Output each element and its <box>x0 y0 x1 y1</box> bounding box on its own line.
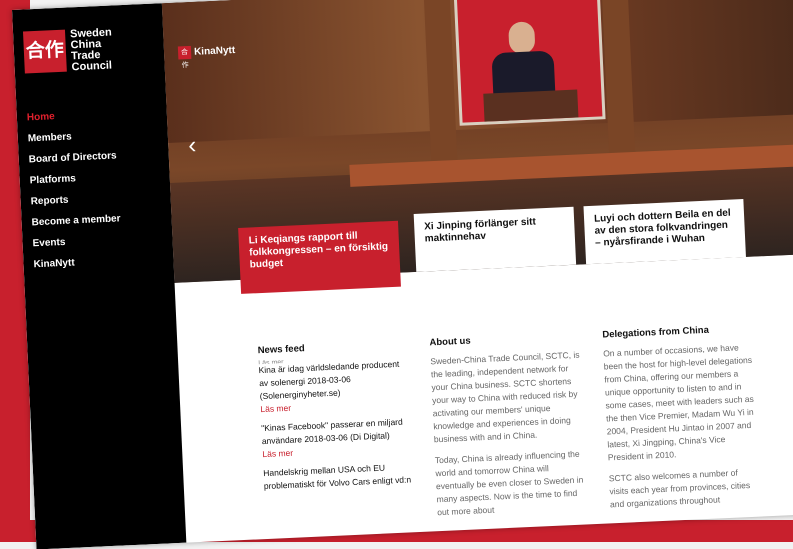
logo-mark: 合作 <box>22 29 67 74</box>
kinanytt-label-text: KinaNytt <box>193 44 236 58</box>
news-card[interactable]: Xi Jinping förlänger sitt maktinnehav <box>413 206 577 272</box>
news-card[interactable]: Luyi och dottern Beila en del av den sto… <box>583 199 746 265</box>
about-section: About us Sweden-China Trade Council, SCT… <box>429 330 588 528</box>
kinanytt-label: 合作 KinaNytt <box>177 44 236 69</box>
nav-item-become-a-member[interactable]: Become a member <box>31 208 121 233</box>
hero-photo-screen <box>453 0 606 126</box>
delegations-heading: Delegations from China <box>602 324 710 341</box>
delegations-paragraph: SCTC also welcomes a number of visits ea… <box>608 467 751 510</box>
news-card[interactable]: Li Keqiangs rapport till folkkongressen … <box>238 220 401 294</box>
website-screen: 合作 Sweden China Trade Council Home Membe… <box>12 0 793 549</box>
hero-photo-speaker-head <box>508 21 536 55</box>
news-feed-item: Kina är idag världsledande producent av … <box>258 358 400 402</box>
logo-line: Council <box>71 59 113 74</box>
news-feed-item: Handelskrig mellan USA och EU problemati… <box>263 462 412 492</box>
logo-text: Sweden China Trade Council <box>70 27 114 74</box>
news-feed-section: News feed Läs mer Kina är idag världsled… <box>257 337 414 493</box>
about-paragraph: Today, China is already influencing the … <box>434 448 584 518</box>
nav-item-board-of-directors[interactable]: Board of Directors <box>28 145 118 170</box>
delegations-paragraph: On a number of occasions, we have been t… <box>602 342 754 463</box>
chevron-left-icon[interactable]: ‹ <box>188 132 197 160</box>
kinanytt-icon: 合作 <box>177 45 192 69</box>
about-heading: About us <box>429 335 471 349</box>
hero-photo-podium <box>483 89 579 122</box>
main-nav: Home Members Board of Directors Platform… <box>26 103 122 275</box>
logo[interactable]: 合作 Sweden China Trade Council <box>22 27 114 76</box>
nav-item-kinanytt[interactable]: KinaNytt <box>33 250 123 275</box>
about-paragraph: Sweden-China Trade Council, SCTC, is the… <box>430 349 580 445</box>
delegations-section: Delegations from China On a number of oc… <box>602 322 761 520</box>
sidebar: 合作 Sweden China Trade Council Home Membe… <box>12 3 187 549</box>
